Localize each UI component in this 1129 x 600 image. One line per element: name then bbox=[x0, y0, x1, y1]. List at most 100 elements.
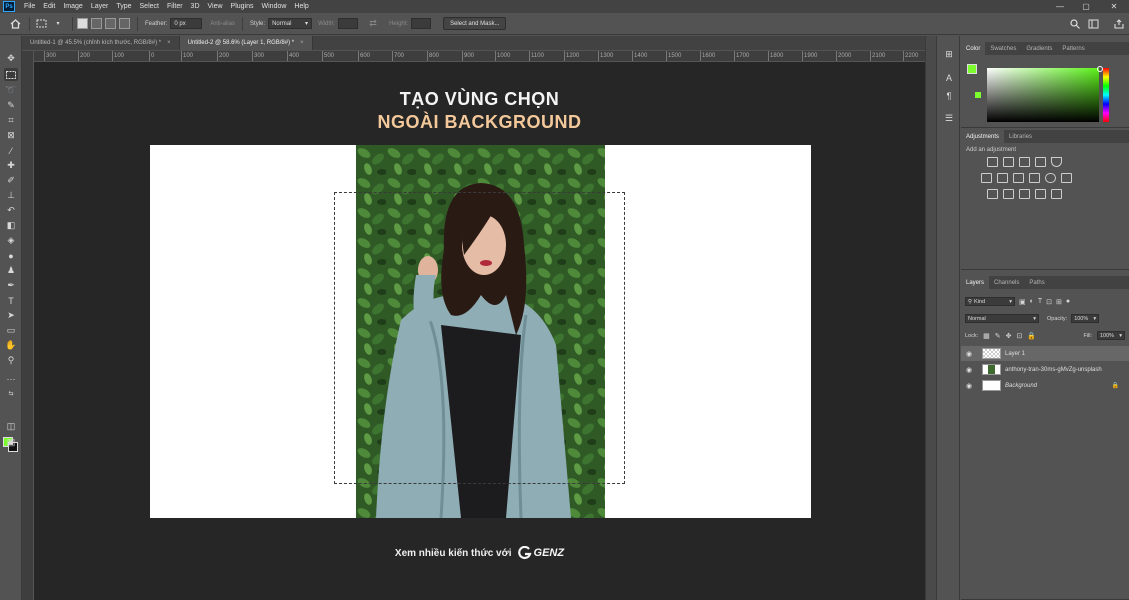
close-icon[interactable]: × bbox=[300, 40, 304, 46]
share-icon[interactable] bbox=[1112, 17, 1126, 31]
filter-toggle-icon[interactable]: ● bbox=[1066, 298, 1070, 305]
more-tools-icon[interactable]: ··· bbox=[4, 372, 18, 385]
quick-selection-tool-icon[interactable]: ✎ bbox=[4, 99, 18, 112]
menu-layer[interactable]: Layer bbox=[87, 3, 113, 10]
zoom-tool-icon[interactable]: ⚲ bbox=[4, 354, 18, 367]
tab-untitled-2[interactable]: Untitled-2 @ 58.6% (Layer 1, RGB/8#) * × bbox=[179, 36, 313, 50]
style-select[interactable]: Normal ▾ bbox=[268, 18, 313, 29]
canvas-vertical-scrollbar[interactable] bbox=[925, 36, 936, 600]
gradient-map-icon[interactable] bbox=[1051, 157, 1062, 167]
lock-all-icon[interactable]: 🔒 bbox=[1027, 332, 1036, 340]
menu-select[interactable]: Select bbox=[136, 3, 163, 10]
character-panel-icon[interactable]: A bbox=[943, 72, 955, 84]
tab-channels[interactable]: Channels bbox=[989, 276, 1024, 289]
layer-name[interactable]: Background bbox=[1005, 383, 1037, 389]
new-selection-button[interactable] bbox=[77, 18, 88, 29]
filter-pixel-icon[interactable]: ▣ bbox=[1019, 298, 1026, 306]
healing-brush-tool-icon[interactable]: ✚ bbox=[4, 159, 18, 172]
rectangle-tool-icon[interactable]: ▭ bbox=[4, 324, 18, 337]
close-window-button[interactable]: ✕ bbox=[1104, 0, 1124, 13]
properties-panel-icon[interactable]: ⊞ bbox=[943, 48, 955, 60]
layer-row-photo[interactable]: ◉ anthony-tran-30ms-gMvZg-unsplash bbox=[961, 362, 1129, 377]
tab-libraries[interactable]: Libraries bbox=[1004, 130, 1037, 143]
menu-3d[interactable]: 3D bbox=[187, 3, 204, 10]
eyedropper-tool-icon[interactable]: ⁄ bbox=[4, 144, 18, 157]
close-icon[interactable]: × bbox=[167, 40, 171, 46]
menu-filter[interactable]: Filter bbox=[163, 3, 187, 10]
lasso-tool-icon[interactable]: ➰ bbox=[4, 84, 18, 97]
color-lookup-icon[interactable] bbox=[1051, 189, 1062, 199]
layer-row-background[interactable]: ◉ Background 🔒 bbox=[961, 378, 1129, 393]
posterize-icon[interactable] bbox=[1003, 189, 1014, 199]
filter-type-icon[interactable]: T bbox=[1038, 298, 1042, 305]
select-and-mask-button[interactable]: Select and Mask... bbox=[443, 17, 507, 30]
workspace-icon[interactable] bbox=[1086, 17, 1100, 31]
hand-tool-icon[interactable]: ✋ bbox=[4, 339, 18, 352]
curves-icon[interactable] bbox=[1019, 157, 1030, 167]
levels-icon[interactable] bbox=[1003, 157, 1014, 167]
menu-plugins[interactable]: Plugins bbox=[227, 3, 258, 10]
filter-adjustment-icon[interactable]: ◐ bbox=[1030, 298, 1034, 305]
quick-mask-icon[interactable]: ◫ bbox=[4, 420, 18, 433]
canvas[interactable]: TẠO VÙNG CHỌN NGOÀI BACKGROUND Xem nhiều… bbox=[34, 62, 925, 600]
search-icon[interactable] bbox=[1068, 17, 1082, 31]
path-selection-tool-icon[interactable]: ➤ bbox=[4, 309, 18, 322]
tab-adjustments[interactable]: Adjustments bbox=[961, 130, 1005, 143]
menu-edit[interactable]: Edit bbox=[39, 3, 59, 10]
black-white-icon[interactable] bbox=[1029, 173, 1040, 183]
menu-image[interactable]: Image bbox=[59, 3, 86, 10]
menu-window[interactable]: Window bbox=[258, 3, 291, 10]
height-input[interactable] bbox=[411, 18, 432, 29]
visibility-eye-icon[interactable]: ◉ bbox=[966, 366, 975, 374]
channel-mixer-icon[interactable] bbox=[1061, 173, 1072, 183]
tab-color[interactable]: Color bbox=[961, 42, 986, 55]
screen-mode-icon[interactable]: ▣ bbox=[4, 436, 18, 449]
adjust-settings-icon[interactable]: ☰ bbox=[943, 112, 955, 124]
exposure-icon[interactable] bbox=[1035, 157, 1046, 167]
brush-tool-icon[interactable]: ✐ bbox=[4, 174, 18, 187]
menu-help[interactable]: Help bbox=[290, 3, 312, 10]
menu-view[interactable]: View bbox=[204, 3, 227, 10]
layer-name[interactable]: Layer 1 bbox=[1005, 351, 1025, 357]
hue-slider[interactable] bbox=[1103, 68, 1109, 122]
blur-tool-icon[interactable]: ● bbox=[4, 249, 18, 262]
tab-paths[interactable]: Paths bbox=[1024, 276, 1049, 289]
subtract-selection-button[interactable] bbox=[105, 18, 116, 29]
lock-position-icon[interactable]: ✥ bbox=[1006, 332, 1012, 340]
width-input[interactable] bbox=[338, 18, 359, 29]
visibility-eye-icon[interactable]: ◉ bbox=[966, 350, 975, 358]
tab-patterns[interactable]: Patterns bbox=[1057, 42, 1089, 55]
selection-marquee[interactable] bbox=[334, 192, 625, 484]
menu-type[interactable]: Type bbox=[112, 3, 135, 10]
web-safe-color-chip[interactable] bbox=[975, 92, 981, 98]
paint-bucket-tool-icon[interactable]: ◈ bbox=[4, 234, 18, 247]
threshold-icon[interactable] bbox=[1019, 189, 1030, 199]
marquee-tool-preset-icon[interactable] bbox=[34, 17, 48, 31]
rectangular-marquee-tool-icon[interactable] bbox=[4, 68, 18, 81]
color-picker-field[interactable] bbox=[987, 66, 1103, 122]
add-to-selection-button[interactable] bbox=[91, 18, 102, 29]
tab-untitled-1[interactable]: Untitled-1 @ 45.5% (chỉnh kích thước, RG… bbox=[22, 36, 180, 50]
maximize-button[interactable]: ▢ bbox=[1076, 0, 1096, 13]
filter-smart-object-icon[interactable]: ⊞ bbox=[1056, 298, 1062, 306]
type-tool-icon[interactable]: T bbox=[4, 294, 18, 307]
layer-name[interactable]: anthony-tran-30ms-gMvZg-unsplash bbox=[1005, 367, 1102, 373]
dodge-tool-icon[interactable]: ♟ bbox=[4, 264, 18, 277]
photo-filter-icon[interactable] bbox=[1045, 173, 1056, 183]
color-balance-icon[interactable] bbox=[1013, 173, 1024, 183]
menu-file[interactable]: File bbox=[20, 3, 39, 10]
tab-layers[interactable]: Layers bbox=[961, 276, 990, 289]
intersect-selection-button[interactable] bbox=[119, 18, 130, 29]
swap-colors-icon[interactable]: ⇆ bbox=[4, 387, 18, 400]
fill-input[interactable]: 100% ▾ bbox=[1097, 331, 1125, 340]
lock-image-icon[interactable]: ✎ bbox=[995, 332, 1001, 340]
move-tool-icon[interactable]: ✥ bbox=[4, 52, 18, 65]
chevron-down-icon[interactable]: ▾ bbox=[51, 17, 65, 31]
clone-stamp-tool-icon[interactable]: ⊥ bbox=[4, 189, 18, 202]
blend-mode-select[interactable]: Normal ▾ bbox=[965, 314, 1039, 323]
hue-saturation-icon[interactable] bbox=[997, 173, 1008, 183]
swap-dimensions-icon[interactable]: ⇄ bbox=[366, 17, 380, 31]
minimize-button[interactable]: — bbox=[1050, 0, 1070, 13]
opacity-input[interactable]: 100% ▾ bbox=[1071, 314, 1100, 323]
layer-kind-filter[interactable]: ⚲ Kind ▾ bbox=[965, 297, 1015, 306]
